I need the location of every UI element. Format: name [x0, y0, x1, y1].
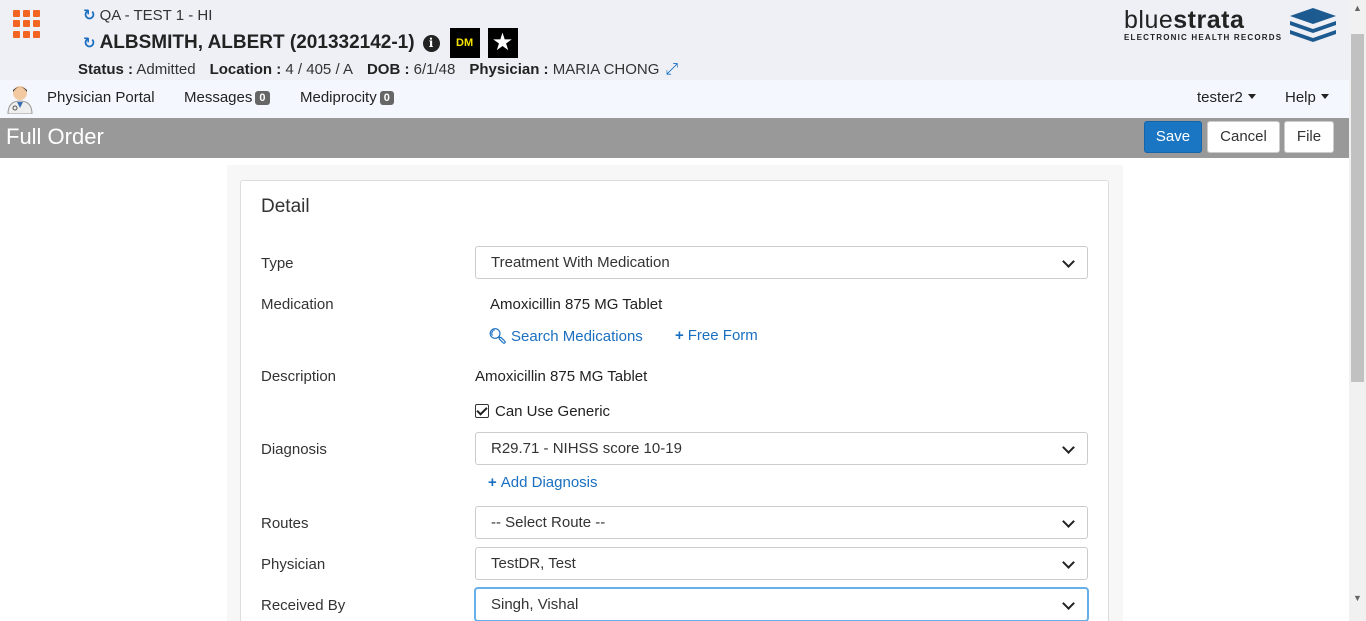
diagnosis-select[interactable]: R29.71 - NIHSS score 10-19	[475, 432, 1088, 465]
dm-badge[interactable]: DM	[449, 28, 480, 58]
refresh-patient-icon[interactable]: ↻	[83, 34, 96, 52]
status-label: Status :	[78, 61, 134, 78]
cancel-button[interactable]: Cancel	[1207, 121, 1280, 153]
expand-icon[interactable]: ⤢	[665, 61, 678, 79]
physician-select-value: TestDR, Test	[491, 555, 576, 572]
vertical-scrollbar[interactable]: ▲ ▼	[1349, 0, 1366, 621]
logo-layers-icon	[1290, 8, 1336, 42]
routes-select-value: -- Select Route --	[491, 514, 606, 531]
chevron-down-icon	[1062, 556, 1075, 569]
search-medications-link[interactable]: 🔍︎ Search Medications	[488, 327, 643, 345]
can-use-generic-label: Can Use Generic	[495, 403, 611, 420]
type-select-value: Treatment With Medication	[491, 254, 670, 271]
scroll-up-icon[interactable]: ▲	[1349, 0, 1366, 17]
chevron-down-icon	[1062, 515, 1075, 528]
received-by-label: Received By	[261, 597, 346, 614]
environment-line: ↻ QA - TEST 1 - HI	[83, 6, 213, 25]
status-value: Admitted	[136, 61, 196, 78]
add-diagnosis-label: Add Diagnosis	[500, 474, 598, 491]
medication-label: Medication	[261, 296, 334, 313]
type-label: Type	[261, 255, 294, 272]
messages-count-badge: 0	[255, 91, 270, 105]
received-by-select-value: Singh, Vishal	[491, 596, 579, 613]
mediprocity-label: Mediprocity	[300, 89, 377, 106]
physician-avatar-icon	[7, 86, 33, 114]
diagnosis-label: Diagnosis	[261, 441, 327, 458]
search-icon: 🔍︎	[488, 328, 508, 345]
search-medications-label: Search Medications	[511, 328, 643, 345]
medication-value: Amoxicillin 875 MG Tablet	[490, 296, 663, 313]
page-titlebar: Full Order Save Cancel File	[0, 118, 1349, 158]
physician-select[interactable]: TestDR, Test	[475, 547, 1088, 580]
bluestrata-logo: bluestrata ELECTRONIC HEALTH RECORDS	[1124, 6, 1339, 46]
description-value: Amoxicillin 875 MG Tablet	[475, 368, 648, 385]
logo-tagline: ELECTRONIC HEALTH RECORDS	[1124, 33, 1283, 42]
messages-label: Messages	[184, 89, 253, 106]
scroll-down-icon[interactable]: ▼	[1349, 590, 1366, 607]
chevron-down-icon	[1062, 441, 1075, 454]
help-menu[interactable]: Help	[1285, 89, 1329, 106]
logo-brand-light: blue	[1124, 6, 1174, 34]
info-icon[interactable]: i	[422, 34, 440, 52]
dob-value: 6/1/48	[413, 61, 456, 78]
can-use-generic-checkbox[interactable]	[475, 404, 489, 418]
nav-mediprocity[interactable]: Mediprocity 0	[300, 89, 394, 106]
patient-status-line: Status : Admitted Location : 4 / 405 / A…	[78, 61, 678, 79]
scrollbar-thumb[interactable]	[1351, 34, 1364, 382]
chevron-down-icon	[1062, 255, 1075, 268]
top-nav: Physician Portal Messages 0 Mediprocity 0 …	[0, 80, 1349, 118]
physician-header-value: MARIA CHONG	[552, 61, 660, 78]
plus-icon: +	[675, 327, 684, 344]
star-badge-icon[interactable]: ★	[487, 28, 518, 58]
mediprocity-count-badge: 0	[379, 91, 394, 105]
apps-grid-icon[interactable]	[13, 10, 41, 38]
add-diagnosis-link[interactable]: + Add Diagnosis	[488, 474, 598, 491]
diagnosis-select-value: R29.71 - NIHSS score 10-19	[491, 440, 682, 457]
free-form-link[interactable]: + Free Form	[675, 327, 758, 344]
patient-line: ↻ ALBSMITH, ALBERT (201332142-1) i DM ★	[83, 28, 518, 58]
logo-brand-bold: strata	[1173, 6, 1245, 34]
patient-name: ALBSMITH, ALBERT (201332142-1)	[99, 32, 415, 53]
refresh-icon[interactable]: ↻	[83, 6, 96, 24]
nav-physician-portal[interactable]: Physician Portal	[47, 89, 155, 106]
routes-label: Routes	[261, 515, 309, 532]
detail-heading: Detail	[261, 196, 310, 217]
free-form-label: Free Form	[687, 327, 758, 344]
location-value: 4 / 405 / A	[285, 61, 353, 78]
routes-select[interactable]: -- Select Route --	[475, 506, 1088, 539]
save-button[interactable]: Save	[1144, 121, 1202, 153]
page-title: Full Order	[6, 124, 104, 149]
dob-label: DOB :	[366, 61, 410, 78]
physician-header-label: Physician :	[469, 61, 549, 78]
type-select[interactable]: Treatment With Medication	[475, 246, 1088, 279]
detail-panel: Detail Type Treatment With Medication Me…	[240, 180, 1109, 621]
chevron-down-icon	[1062, 597, 1075, 610]
file-button[interactable]: File	[1284, 121, 1334, 153]
nav-messages[interactable]: Messages 0	[184, 89, 270, 106]
plus-icon: +	[488, 474, 497, 491]
description-label: Description	[261, 368, 337, 385]
received-by-select[interactable]: Singh, Vishal	[475, 588, 1088, 621]
environment-name: QA - TEST 1 - HI	[99, 6, 213, 24]
user-menu[interactable]: tester2	[1197, 89, 1256, 106]
patient-header: ↻ QA - TEST 1 - HI ↻ ALBSMITH, ALBERT (2…	[0, 0, 1349, 80]
physician-label: Physician	[261, 556, 326, 573]
location-label: Location :	[209, 61, 282, 78]
